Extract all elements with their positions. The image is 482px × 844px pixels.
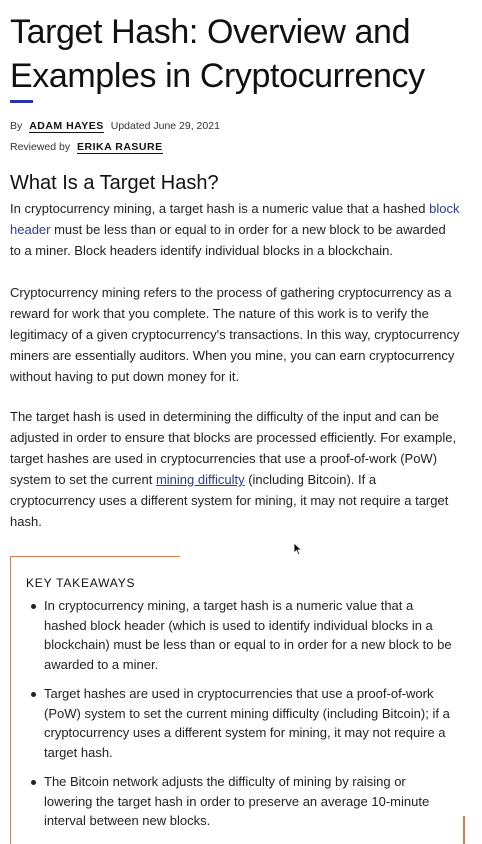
takeaway-item: Target hashes are used in cryptocurrenci…	[31, 684, 454, 762]
section-heading: What Is a Target Hash?	[10, 172, 219, 194]
reviewed-by: Reviewed by ERIKA RASURE	[10, 139, 163, 155]
byline-by-label: By	[10, 120, 23, 132]
mining-difficulty-link[interactable]: mining difficulty	[156, 472, 245, 487]
takeaway-text: Target hashes are used in cryptocurrenci…	[44, 686, 450, 760]
mouse-pointer-icon	[293, 542, 303, 556]
reviewed-label: Reviewed by	[10, 141, 71, 153]
takeaways-left-border	[10, 556, 11, 844]
takeaway-item: The Bitcoin network adjusts the difficul…	[31, 772, 454, 831]
paragraph-1: In cryptocurrency mining, a target hash …	[10, 198, 460, 261]
paragraph-2: Cryptocurrency mining refers to the proc…	[10, 285, 460, 384]
article-page: Target Hash: Overview and Examples in Cr…	[0, 0, 482, 844]
takeaway-text: The Bitcoin network adjusts the difficul…	[44, 774, 430, 828]
title-accent-bar	[10, 100, 33, 103]
key-takeaways-list: In cryptocurrency mining, a target hash …	[31, 596, 454, 841]
bullet-icon	[31, 780, 36, 785]
page-title: Target Hash: Overview and Examples in Cr…	[10, 13, 425, 95]
paragraph-3: The target hash is used in determining t…	[10, 406, 460, 532]
paragraph-1-text-b: must be less than or equal to in order f…	[10, 222, 446, 258]
author-link[interactable]: ADAM HAYES	[29, 120, 104, 133]
takeaway-text: In cryptocurrency mining, a target hash …	[44, 598, 452, 672]
byline: By ADAM HAYES Updated June 29, 2021	[10, 118, 220, 134]
key-takeaways-box: KEY TAKEAWAYS In cryptocurrency mining, …	[10, 556, 472, 844]
updated-date: Updated June 29, 2021	[110, 120, 220, 132]
takeaway-item: In cryptocurrency mining, a target hash …	[31, 596, 454, 674]
takeaways-right-border	[463, 816, 465, 844]
key-takeaways-heading: KEY TAKEAWAYS	[26, 576, 136, 590]
bullet-icon	[31, 604, 36, 609]
paragraph-1-text-a: In cryptocurrency mining, a target hash …	[10, 201, 430, 216]
bullet-icon	[31, 692, 36, 697]
reviewer-link[interactable]: ERIKA RASURE	[77, 141, 163, 154]
takeaways-top-border	[10, 556, 180, 557]
